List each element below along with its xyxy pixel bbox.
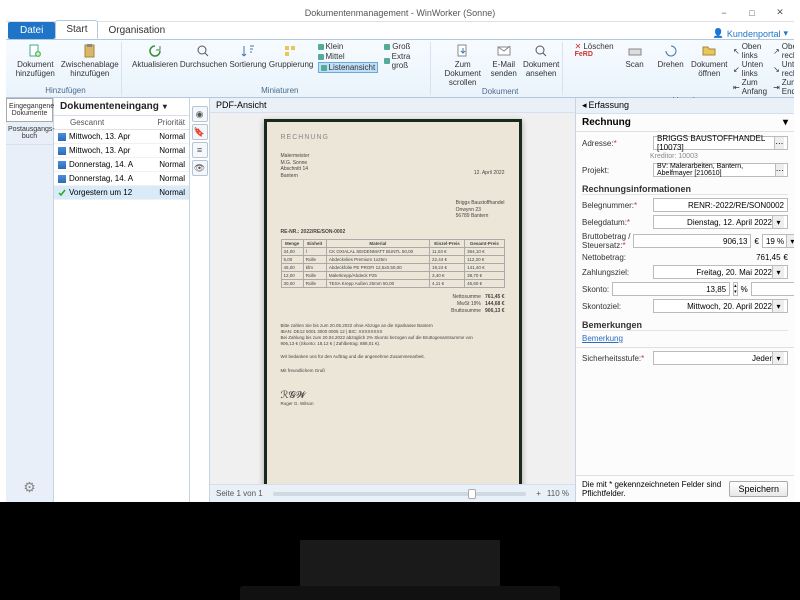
ribbon-bookmark-icon[interactable]: 🔖: [192, 124, 208, 140]
pdf-panel-title: PDF-Ansicht: [210, 98, 575, 113]
dokument-ansehen-button[interactable]: Dokument ansehen: [525, 42, 558, 79]
window-title: Dokumentenmanagement - WinWorker (Sonne): [305, 8, 495, 18]
zum-anfang-button[interactable]: ⇤ Zum Anfang: [733, 78, 767, 96]
list-item[interactable]: Donnerstag, 14. ANormal: [54, 172, 189, 186]
ribbon: Dokument hinzufügen Zwischenablage hinzu…: [6, 40, 794, 98]
pdf-viewport[interactable]: RECHNUNG Malermeister M.G. Sonne Abschni…: [210, 113, 575, 484]
ferd-button[interactable]: FeRD: [575, 51, 614, 58]
tab-organisation[interactable]: Organisation: [98, 22, 175, 39]
list-item[interactable]: Vorgestern um 12Normal: [54, 186, 189, 200]
zoom-slider[interactable]: [273, 492, 527, 496]
durchsuchen-button[interactable]: Durchsuchen: [182, 42, 225, 70]
gruppierung-button[interactable]: Gruppierung: [271, 42, 312, 70]
list-item[interactable]: Donnerstag, 14. ANormal: [54, 158, 189, 172]
bookmark-tool[interactable]: ◉: [192, 106, 208, 122]
skonto-betrag-input[interactable]: [751, 282, 794, 296]
belegnummer-input[interactable]: [653, 198, 788, 212]
page-indicator: Seite 1 von 1: [216, 489, 263, 498]
close-button[interactable]: ✕: [766, 4, 794, 22]
scan-button[interactable]: Scan: [620, 42, 650, 70]
kundenportal-link[interactable]: 👤 Kundenportal▾: [713, 28, 788, 39]
zoom-value: 110 %: [547, 489, 569, 498]
required-note: Die mit * gekennzeichneten Felder sind P…: [582, 480, 729, 498]
aktualisieren-button[interactable]: Aktualisieren: [134, 42, 176, 70]
view-extra-gross[interactable]: Extra groß: [384, 52, 425, 70]
eye-tool[interactable]: 👁: [192, 160, 208, 176]
unten-links-button[interactable]: ↙ Unten links: [733, 60, 767, 78]
flag-icon: [58, 161, 66, 169]
flag-icon: [58, 147, 66, 155]
list-tool[interactable]: ≡: [192, 142, 208, 158]
check-icon: [58, 189, 66, 197]
zahlungsziel-field[interactable]: Freitag, 20. Mai 2022▾: [653, 265, 788, 279]
list-item[interactable]: Mittwoch, 13. AprNormal: [54, 144, 189, 158]
view-klein[interactable]: Klein: [318, 42, 379, 51]
document-page: RECHNUNG Malermeister M.G. Sonne Abschni…: [264, 119, 522, 484]
brutto-input[interactable]: [633, 234, 751, 248]
skonto-prozent-input[interactable]: [612, 282, 730, 296]
oben-links-button[interactable]: ↖ Oben links: [733, 42, 767, 60]
ribbon-tab-strip: Datei Start Organisation 👤 Kundenportal▾: [6, 22, 794, 40]
sicherheitsstufe-select[interactable]: Jeder▾: [653, 351, 788, 365]
skontoziel-field[interactable]: Mittwoch, 20. April 2022▾: [653, 299, 788, 313]
flag-icon: [58, 133, 66, 141]
maximize-button[interactable]: □: [738, 4, 766, 22]
tab-erfassung[interactable]: Erfassung: [589, 100, 630, 111]
list-title[interactable]: Dokumenteneingang▾: [54, 98, 189, 116]
minimize-button[interactable]: −: [710, 4, 738, 22]
email-senden-button[interactable]: E-Mail senden: [489, 42, 519, 79]
bemerkung-link[interactable]: Bemerkung: [582, 334, 623, 343]
pdf-toolbar: ◉ 🔖 ≡ 👁: [190, 98, 210, 502]
tab-start[interactable]: Start: [55, 20, 98, 39]
left-nav: Eingegangene Dokumente Postausgangs- buc…: [6, 98, 54, 502]
oben-rechts-button[interactable]: ↗ Oben rechts: [773, 42, 794, 60]
adresse-field[interactable]: BRIGGS BAUSTOFFHANDEL [10073]⋯: [653, 136, 788, 150]
view-listenansicht[interactable]: Listenansicht: [318, 62, 379, 73]
dokument-oeffnen-button[interactable]: Dokument öffnen: [692, 42, 727, 79]
zum-ende-button[interactable]: ⇥ Zum Ende: [773, 78, 794, 96]
dokument-hinzufuegen-button[interactable]: Dokument hinzufügen: [14, 42, 57, 79]
belegdatum-field[interactable]: Dienstag, 12. April 2022▾: [653, 215, 788, 229]
speichern-button[interactable]: Speichern: [729, 481, 788, 497]
nav-postausgang[interactable]: Postausgangs- buch: [6, 122, 53, 145]
user-icon: 👤: [713, 28, 724, 39]
form-title: Rechnung: [582, 117, 631, 128]
list-item[interactable]: Mittwoch, 13. AprNormal: [54, 130, 189, 144]
unten-rechts-button[interactable]: ↘ Unten rechts: [773, 60, 794, 78]
view-gross[interactable]: Groß: [384, 42, 425, 51]
nav-eingegangene[interactable]: Eingegangene Dokumente: [6, 98, 53, 122]
sortierung-button[interactable]: Sortierung: [231, 42, 265, 70]
drehen-button[interactable]: Drehen: [656, 42, 686, 70]
zum-dokument-scrollen-button[interactable]: Zum Dokument scrollen: [443, 42, 483, 87]
projekt-field[interactable]: BV: Malerarbeiten, Bantern, Abelfmayer […: [653, 163, 788, 177]
steuersatz-select[interactable]: 19 %▾: [762, 234, 794, 248]
list-panel: Dokumenteneingang▾ GescanntPriorität Mit…: [54, 98, 190, 502]
zwischenablage-hinzufuegen-button[interactable]: Zwischenablage hinzufügen: [63, 42, 117, 79]
tab-datei[interactable]: Datei: [8, 22, 55, 39]
view-mittel[interactable]: Mittel: [318, 52, 379, 61]
loeschen-button[interactable]: ✕Löschen: [575, 42, 614, 51]
flag-icon: [58, 175, 66, 183]
title-bar: Dokumentenmanagement - WinWorker (Sonne)…: [6, 4, 794, 22]
settings-icon[interactable]: ⚙: [6, 473, 53, 502]
